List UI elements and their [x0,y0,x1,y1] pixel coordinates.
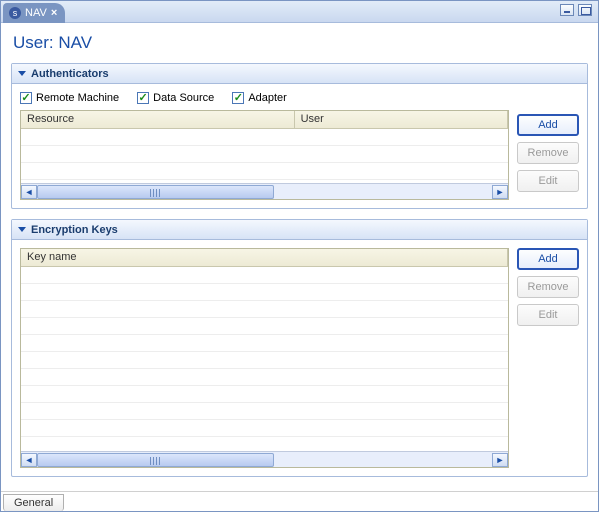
authenticators-table[interactable]: Resource User ◄ [20,110,509,200]
table-row[interactable] [21,386,508,403]
table-row[interactable] [21,146,508,163]
table-body [21,129,508,183]
content-area: User: NAV Authenticators Remote Machine [1,23,598,491]
authenticators-buttons: Add Remove Edit [517,114,579,200]
col-key-name[interactable]: Key name [21,249,508,266]
table-row[interactable] [21,369,508,386]
check-adapter[interactable]: Adapter [232,92,287,104]
table-row[interactable] [21,284,508,301]
table-row[interactable] [21,163,508,180]
check-remote-machine[interactable]: Remote Machine [20,92,119,104]
scroll-track[interactable] [37,453,492,467]
encryption-table[interactable]: Key name [20,248,509,468]
minimize-icon[interactable] [560,4,574,16]
col-resource[interactable]: Resource [21,111,295,128]
table-row[interactable] [21,352,508,369]
scroll-track[interactable] [37,185,492,199]
check-data-source[interactable]: Data Source [137,92,214,104]
encryption-header[interactable]: Encryption Keys [12,220,587,240]
editor-window: s NAV × User: NAV Authenticators Remo [0,0,599,512]
h-scrollbar[interactable]: ◄ ► [21,183,508,199]
table-header: Key name [21,249,508,267]
table-row[interactable] [21,335,508,352]
checkbox-icon [20,92,32,104]
user-icon: s [9,7,21,19]
table-row[interactable] [21,420,508,437]
table-row[interactable] [21,318,508,335]
edit-button: Edit [517,170,579,192]
scroll-right-icon[interactable]: ► [492,453,508,467]
edit-button: Edit [517,304,579,326]
encryption-section: Encryption Keys Key name [11,219,588,477]
tab-label: NAV [25,7,47,19]
encryption-left: Key name [20,248,509,468]
remove-button: Remove [517,276,579,298]
chevron-down-icon [18,227,26,232]
close-icon[interactable]: × [51,7,57,19]
remove-button: Remove [517,142,579,164]
tab-nav[interactable]: s NAV × [3,3,65,23]
add-button[interactable]: Add [517,248,579,270]
chevron-down-icon [18,71,26,76]
bottom-tab-bar: General [1,491,598,511]
add-button[interactable]: Add [517,114,579,136]
h-scrollbar[interactable]: ◄ ► [21,451,508,467]
maximize-icon[interactable] [578,4,592,16]
check-label: Adapter [248,92,287,104]
window-controls [560,4,592,16]
encryption-buttons: Add Remove Edit [517,248,579,468]
check-label: Remote Machine [36,92,119,104]
tab-bar: s NAV × [1,1,598,23]
scroll-thumb[interactable] [37,453,274,467]
scroll-left-icon[interactable]: ◄ [21,185,37,199]
table-row[interactable] [21,403,508,420]
authenticators-header[interactable]: Authenticators [12,64,587,84]
authenticators-section: Authenticators Remote Machine Data Sourc… [11,63,588,209]
table-row[interactable] [21,267,508,284]
scroll-left-icon[interactable]: ◄ [21,453,37,467]
col-user[interactable]: User [295,111,508,128]
encryption-body: Key name [12,240,587,476]
page-title: User: NAV [13,33,588,53]
table-row[interactable] [21,129,508,146]
check-label: Data Source [153,92,214,104]
checkbox-icon [137,92,149,104]
section-title: Encryption Keys [31,224,118,236]
authenticators-body: Remote Machine Data Source Adapter [12,84,587,208]
table-body [21,267,508,451]
authenticator-filters: Remote Machine Data Source Adapter [20,92,509,104]
section-title: Authenticators [31,68,109,80]
checkbox-icon [232,92,244,104]
table-header: Resource User [21,111,508,129]
authenticators-left: Remote Machine Data Source Adapter [20,92,509,200]
scroll-thumb[interactable] [37,185,274,199]
table-row[interactable] [21,301,508,318]
scroll-right-icon[interactable]: ► [492,185,508,199]
tab-general[interactable]: General [3,494,64,511]
